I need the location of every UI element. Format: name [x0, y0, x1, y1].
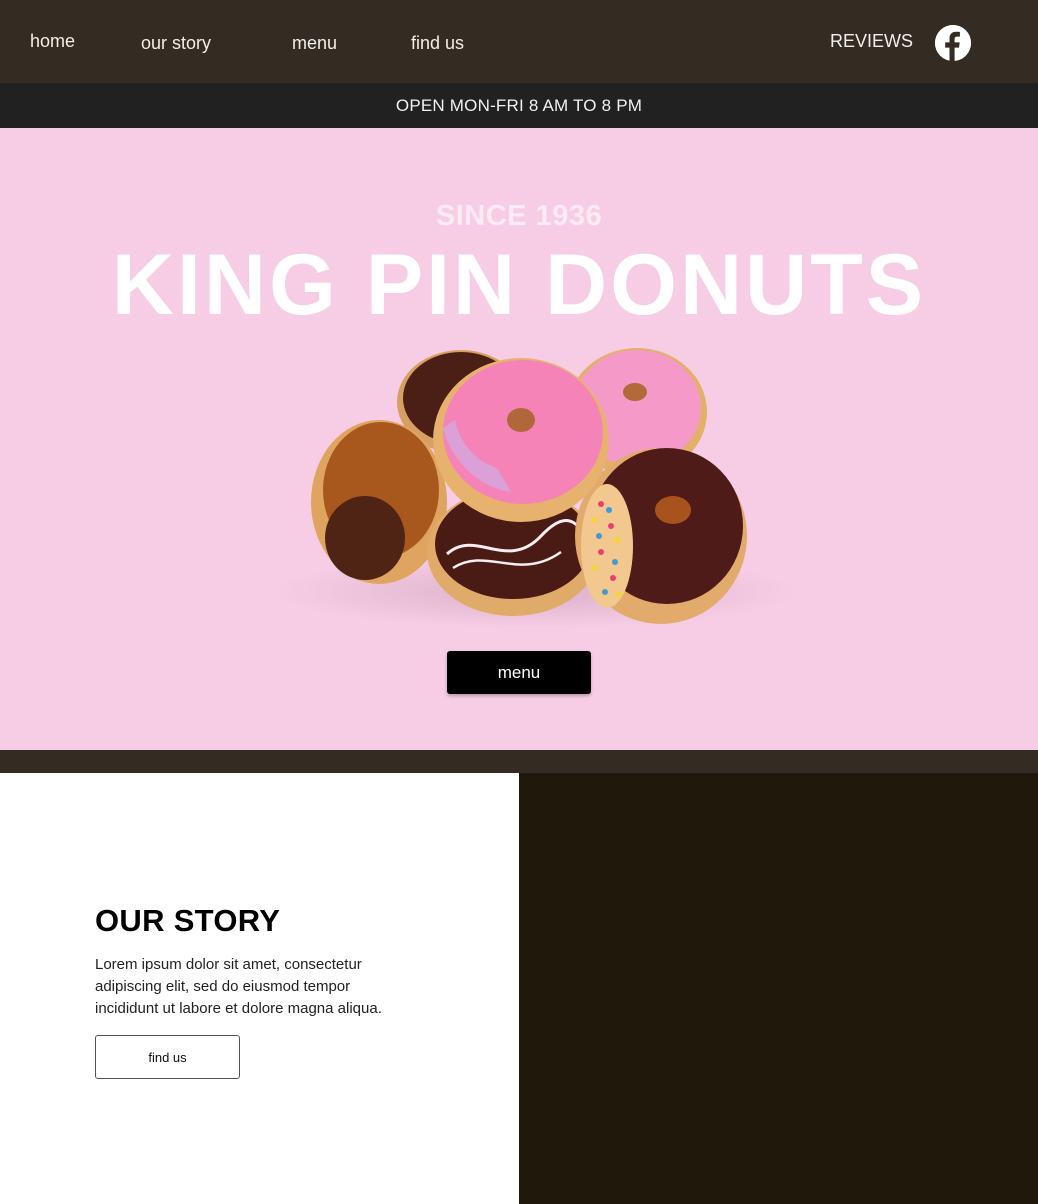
section-divider	[0, 750, 1038, 773]
nav-link-find-us[interactable]: find us	[411, 34, 464, 52]
nav-link-reviews[interactable]: REVIEWS	[830, 32, 913, 50]
donuts-image	[273, 348, 797, 628]
brand-title: KING PIN DONUTS	[111, 237, 927, 333]
menu-button[interactable]: menu	[447, 651, 591, 694]
story-title: OUR STORY	[95, 903, 281, 938]
our-story-section: OUR STORY Lorem ipsum dolor sit amet, co…	[0, 773, 519, 1204]
story-text: Lorem ipsum dolor sit amet, consectetur …	[95, 956, 382, 1017]
nav-link-home[interactable]: home	[30, 32, 75, 50]
hero-section: SINCE 1936 KING PIN DONUTS menu	[0, 128, 1038, 750]
find-us-button[interactable]: find us	[95, 1035, 240, 1079]
nav-link-menu[interactable]: menu	[292, 34, 337, 52]
facebook-icon[interactable]	[935, 25, 971, 61]
image-placeholder-panel	[519, 773, 1038, 1204]
hours-banner: OPEN MON-FRI 8 AM TO 8 PM	[0, 83, 1038, 128]
since-tagline: SINCE 1936	[435, 200, 603, 232]
top-navigation: home our story menu find us REVIEWS	[0, 0, 1038, 83]
nav-link-our-story[interactable]: our story	[141, 34, 211, 52]
